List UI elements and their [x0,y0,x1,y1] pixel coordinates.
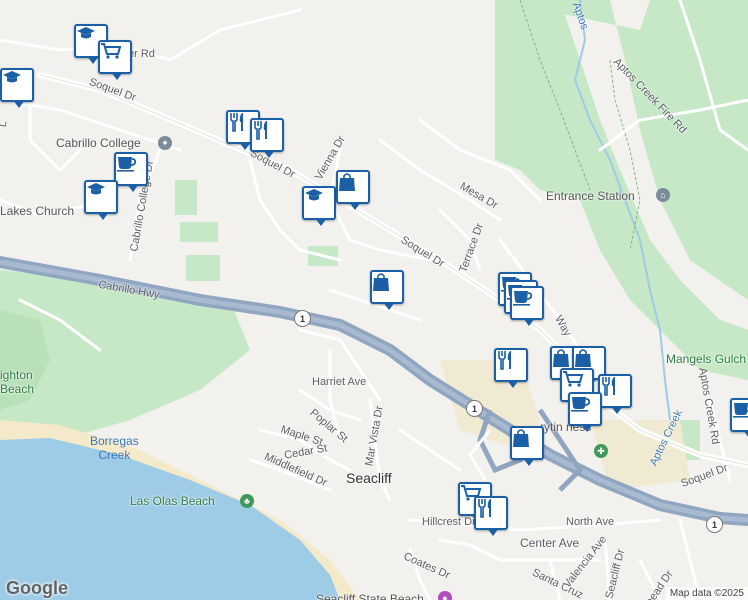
map-marker-shopping-bag[interactable] [510,426,544,466]
place-label-mangels-gulch: Mangels Gulch [666,352,747,366]
street-label-er-rd: er Rd [128,48,155,60]
map-marker-coffee[interactable] [510,286,544,326]
map-marker-coffee[interactable] [568,392,602,432]
map-marker-restaurant[interactable] [598,374,632,414]
place-label-cabrillo-college: Cabrillo College [56,136,141,150]
place-label-seacliff: Seacliff [346,470,392,486]
highway-shield-1b: 1 [466,400,483,417]
map-marker-restaurant[interactable] [474,496,508,536]
school-poi-icon: ✦ [158,136,172,150]
place-label-las-olas-beach: Las Olas Beach [130,494,215,508]
map-attribution[interactable]: Map data ©2025 [665,587,748,600]
map-marker-graduation-cap[interactable] [302,186,336,226]
map-marker-coffee[interactable] [114,152,148,192]
place-label-brighton-beach: ighton Beach [0,368,35,396]
highway-shield-1a: 1 [294,310,311,327]
map-marker-graduation-cap[interactable] [0,68,34,108]
map-marker-shopping-bag[interactable] [336,170,370,210]
place-label-borregas-creek: Borregas Creek [90,434,139,462]
street-label-hillcrest-dr: Hillcrest Dr [422,516,476,528]
street-label-harriet-ave: Harriet Ave [312,376,367,388]
map-view[interactable]: Soquel Dr Soquel Dr Soquel Dr Soquel Dr … [0,0,748,600]
highway-shield-1c: 1 [706,516,723,533]
museum-poi-icon: ⌂ [656,188,670,202]
street-label-north-ave: North Ave [566,516,615,528]
map-marker-graduation-cap[interactable] [84,180,118,220]
place-label-lakes-church: Lakes Church [0,204,75,218]
park-poi-icon: ♣ [240,494,254,508]
place-label-seacliff-state-beach: Seacliff State Beach [316,592,424,600]
map-marker-restaurant[interactable] [250,118,284,158]
street-label-center-ave: Center Ave [520,536,580,550]
place-label-entrance-station: Entrance Station [546,189,635,203]
street-label-left-edge-l: L [0,119,10,129]
map-marker-coffee[interactable] [730,398,748,438]
beach-poi-icon: ● [438,591,452,600]
map-marker-shopping-cart[interactable] [98,40,132,80]
hospital-poi-icon: ✚ [594,444,608,458]
google-logo: Google [6,578,68,598]
map-marker-shopping-bag[interactable] [370,270,404,310]
map-marker-restaurant[interactable] [494,348,528,388]
